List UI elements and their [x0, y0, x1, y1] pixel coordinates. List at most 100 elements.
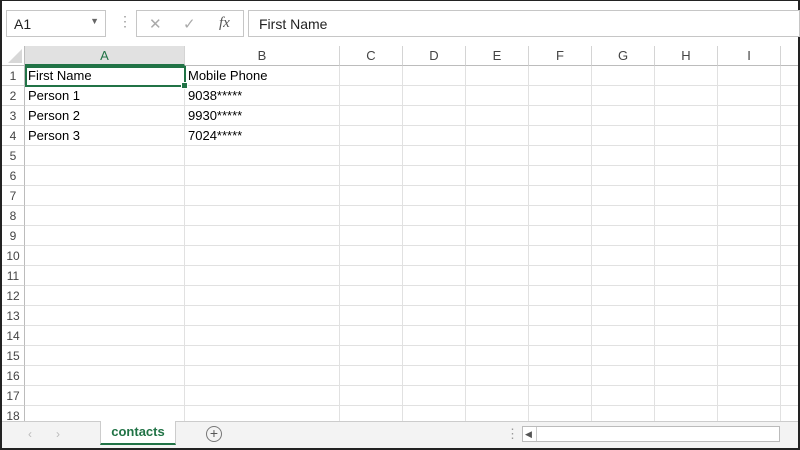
cell[interactable] — [718, 206, 781, 226]
cell[interactable] — [781, 386, 798, 406]
cell[interactable] — [529, 186, 592, 206]
cell[interactable] — [25, 326, 185, 346]
cell[interactable] — [340, 326, 403, 346]
cell[interactable] — [340, 106, 403, 126]
cell[interactable]: Mobile Phone — [185, 66, 340, 86]
cell[interactable] — [718, 386, 781, 406]
cell[interactable] — [340, 146, 403, 166]
cell[interactable] — [718, 406, 781, 421]
cell[interactable] — [25, 206, 185, 226]
cell[interactable] — [403, 346, 466, 366]
cancel-icon[interactable]: ✕ — [149, 15, 162, 33]
cell[interactable] — [655, 226, 718, 246]
column-header-G[interactable]: G — [592, 46, 655, 66]
cell[interactable] — [529, 66, 592, 86]
cell[interactable] — [529, 126, 592, 146]
cell[interactable] — [592, 246, 655, 266]
cell[interactable] — [466, 186, 529, 206]
cell[interactable] — [340, 206, 403, 226]
cell[interactable] — [718, 306, 781, 326]
cell[interactable] — [340, 406, 403, 421]
cell[interactable] — [529, 86, 592, 106]
cell[interactable] — [655, 106, 718, 126]
cell[interactable] — [340, 246, 403, 266]
cell[interactable] — [529, 286, 592, 306]
cell[interactable] — [718, 146, 781, 166]
column-header-D[interactable]: D — [403, 46, 466, 66]
cell[interactable] — [403, 266, 466, 286]
cell[interactable] — [340, 306, 403, 326]
cell[interactable] — [25, 186, 185, 206]
cell[interactable] — [25, 146, 185, 166]
cell[interactable] — [718, 346, 781, 366]
add-sheet-icon[interactable]: + — [206, 426, 222, 442]
cell[interactable] — [403, 226, 466, 246]
column-header-E[interactable]: E — [466, 46, 529, 66]
row-header-13[interactable]: 13 — [2, 306, 25, 326]
cell[interactable]: Person 3 — [25, 126, 185, 146]
cell[interactable] — [655, 126, 718, 146]
cell[interactable] — [403, 66, 466, 86]
cell[interactable] — [466, 86, 529, 106]
cell[interactable] — [655, 166, 718, 186]
cell[interactable] — [781, 306, 798, 326]
cell[interactable] — [592, 366, 655, 386]
cell[interactable] — [592, 186, 655, 206]
cell[interactable] — [185, 146, 340, 166]
cell[interactable] — [185, 166, 340, 186]
cell[interactable] — [340, 386, 403, 406]
cell[interactable] — [403, 186, 466, 206]
cell[interactable] — [466, 166, 529, 186]
cell[interactable] — [340, 286, 403, 306]
cell[interactable] — [592, 206, 655, 226]
name-box[interactable]: A1 ▼ — [6, 10, 106, 37]
cell[interactable] — [781, 206, 798, 226]
column-header-C[interactable]: C — [340, 46, 403, 66]
column-header-A[interactable]: A — [25, 46, 185, 66]
cell[interactable] — [185, 386, 340, 406]
cell[interactable] — [403, 326, 466, 346]
cell[interactable]: Person 1 — [25, 86, 185, 106]
cell[interactable] — [592, 126, 655, 146]
cell[interactable] — [781, 286, 798, 306]
cell[interactable] — [592, 286, 655, 306]
cell[interactable] — [466, 406, 529, 421]
row-header-11[interactable]: 11 — [2, 266, 25, 286]
cell[interactable] — [466, 286, 529, 306]
cell[interactable] — [655, 206, 718, 226]
cell[interactable] — [655, 286, 718, 306]
cell[interactable] — [655, 366, 718, 386]
cell[interactable] — [25, 166, 185, 186]
check-icon[interactable]: ✓ — [183, 15, 196, 33]
cell[interactable] — [529, 226, 592, 246]
cell[interactable] — [466, 266, 529, 286]
cell[interactable] — [529, 206, 592, 226]
row-header-3[interactable]: 3 — [2, 106, 25, 126]
cell[interactable] — [781, 266, 798, 286]
cell[interactable] — [25, 266, 185, 286]
row-header-12[interactable]: 12 — [2, 286, 25, 306]
row-header-17[interactable]: 17 — [2, 386, 25, 406]
cell[interactable] — [25, 346, 185, 366]
row-header-8[interactable]: 8 — [2, 206, 25, 226]
cell[interactable] — [781, 66, 798, 86]
cell[interactable] — [718, 186, 781, 206]
cell[interactable] — [466, 306, 529, 326]
cell[interactable] — [529, 386, 592, 406]
cell[interactable] — [403, 146, 466, 166]
cell[interactable] — [781, 106, 798, 126]
cell[interactable] — [592, 266, 655, 286]
row-header-7[interactable]: 7 — [2, 186, 25, 206]
row-header-4[interactable]: 4 — [2, 126, 25, 146]
column-header-B[interactable]: B — [185, 46, 340, 66]
cell[interactable] — [781, 346, 798, 366]
scroll-left-icon[interactable]: ◀ — [525, 427, 537, 441]
cell[interactable] — [466, 346, 529, 366]
cell[interactable] — [466, 206, 529, 226]
cell[interactable] — [592, 306, 655, 326]
cell[interactable] — [718, 66, 781, 86]
row-header-5[interactable]: 5 — [2, 146, 25, 166]
cell[interactable] — [781, 326, 798, 346]
cell[interactable] — [403, 106, 466, 126]
cell[interactable] — [403, 166, 466, 186]
